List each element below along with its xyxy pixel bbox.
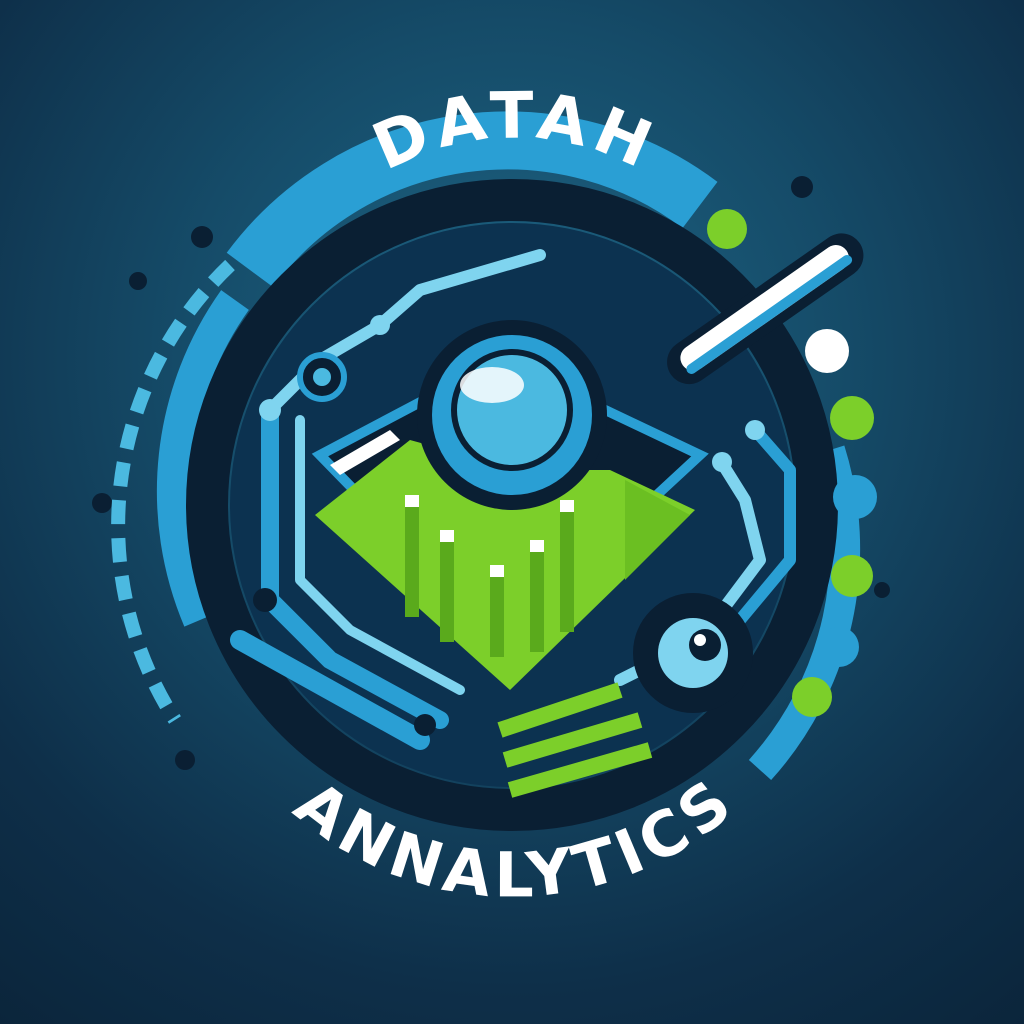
logo-canvas: DATAH ANNALYTICS — [0, 0, 1024, 1024]
data-analytics-logo: DATAH ANNALYTICS — [92, 79, 890, 912]
node-circle — [633, 593, 753, 713]
